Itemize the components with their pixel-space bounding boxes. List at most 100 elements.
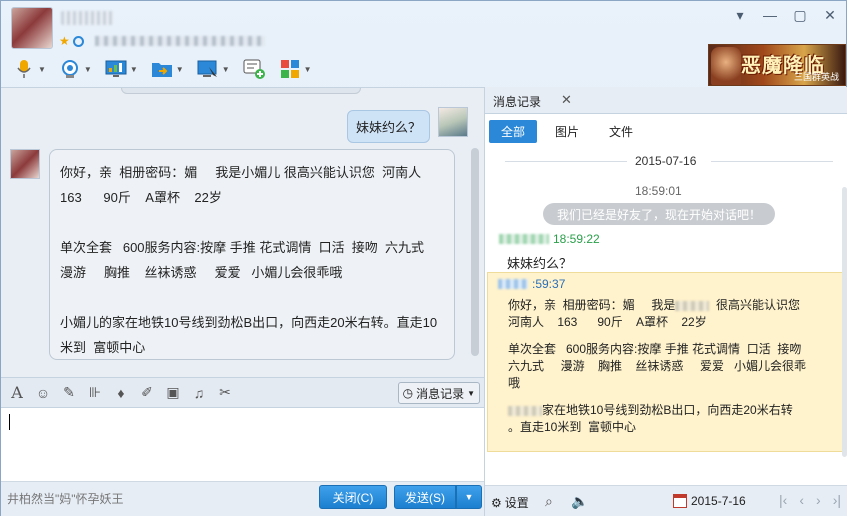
history-scrollbar[interactable]	[842, 187, 847, 457]
history-date: 2015-07-16	[635, 154, 697, 168]
filter-images[interactable]: 图片	[543, 120, 591, 143]
music-icon[interactable]: ♫	[191, 385, 207, 401]
minimize-icon[interactable]: —	[762, 7, 778, 24]
edit-icon[interactable]: ✐	[139, 384, 155, 401]
history-tab-bar: 消息记录 ✕	[485, 87, 847, 114]
file-transfer-button[interactable]: ▼	[147, 55, 187, 83]
history-text-segment: 家在地铁10号线到劲松B出口，向西走20米右转 。直走10米到 富顿中心	[508, 403, 793, 434]
star-icon: ★	[59, 34, 70, 48]
text-cursor	[9, 414, 10, 430]
history-footer: ⚙ 设置 ⌕ 🔈 2015-7-16 |‹ ‹ › ›|	[485, 485, 847, 516]
contact-status-row: ★	[59, 34, 265, 48]
history-sender-row: :59:37	[498, 277, 565, 291]
image-icon[interactable]: ▣	[165, 384, 181, 401]
tab-message-history[interactable]: 消息记录	[493, 93, 541, 110]
sender-name-redacted	[498, 279, 528, 289]
chevron-down-icon[interactable]: ▼	[38, 65, 46, 74]
video-camera-icon	[58, 57, 82, 81]
history-date-picker[interactable]: 2015-7-16	[673, 494, 746, 508]
my-avatar[interactable]	[438, 107, 468, 137]
chevron-down-icon[interactable]: ▼	[304, 65, 312, 74]
remote-desktop-icon	[196, 57, 220, 81]
contact-message-avatar[interactable]	[10, 149, 40, 179]
history-time: 18:59:01	[635, 184, 682, 198]
message-history-button[interactable]: ◷ 消息记录 ▼	[397, 382, 480, 404]
outgoing-message-bubble[interactable]: 妹妹约么？	[346, 110, 430, 143]
first-page-icon[interactable]: |‹	[779, 492, 787, 508]
send-options-button[interactable]: ▼	[456, 485, 482, 509]
history-message-body: 你好，亲 相册密码：媚 我是 很高兴能认识您 河南人 163 90斤 A罩杯 2…	[508, 297, 838, 446]
font-icon[interactable]: A	[9, 383, 25, 402]
remote-desktop-button[interactable]: ▼	[193, 55, 233, 83]
input-footer: 井柏然当"妈"怀孕妖王 关闭(C) 发送(S) ▼	[1, 481, 484, 516]
redacted-text	[675, 300, 710, 311]
history-text-segment: 你好，亲 相册密码：媚 我是	[508, 298, 676, 312]
message-scrollbar[interactable]	[471, 148, 479, 356]
speaker-icon[interactable]: 🔈	[571, 493, 588, 510]
screen-share-icon	[104, 57, 128, 81]
shake-icon[interactable]: ✎	[61, 384, 77, 401]
maximize-icon[interactable]: ▢	[792, 7, 808, 24]
history-filters: 全部 图片 文件	[489, 120, 645, 143]
chevron-down-icon[interactable]: ▼	[130, 65, 138, 74]
history-message-paragraph: 单次全套 600服务内容:按摩 手推 花式调情 口活 接吻 六九式 漫游 胸推 …	[508, 342, 807, 390]
file-transfer-icon	[150, 57, 174, 81]
microphone-icon	[12, 57, 36, 81]
invite-icon	[242, 57, 266, 81]
filter-files[interactable]: 文件	[597, 120, 645, 143]
filter-all[interactable]: 全部	[489, 120, 538, 143]
input-toolbar: A ☺ ✎ ⊪ ♦ ✐ ▣ ♫ ✂ ◷ 消息记录 ▼	[1, 377, 484, 407]
highlighted-history-message[interactable]: :59:37 你好，亲 相册密码：媚 我是 很高兴能认识您 河南人 163 90…	[487, 272, 845, 452]
chevron-down-icon[interactable]: ▼	[84, 65, 92, 74]
qzone-icon[interactable]	[72, 35, 84, 47]
emoji-icon[interactable]: ☺	[35, 385, 51, 401]
settings-button[interactable]: ⚙ 设置	[491, 494, 529, 511]
divider	[505, 161, 627, 162]
window-controls: ▾ — ▢ ✕	[732, 7, 838, 24]
apps-button[interactable]: ▼	[275, 55, 315, 83]
microphone-icon[interactable]: ♦	[113, 385, 129, 401]
signature-redacted	[94, 36, 265, 46]
contact-avatar[interactable]	[11, 7, 53, 49]
previous-page-icon[interactable]: ‹	[799, 492, 804, 508]
last-page-icon[interactable]: ›|	[833, 492, 841, 508]
settings-label: 设置	[504, 496, 529, 510]
screen-share-button[interactable]: ▼	[101, 55, 141, 83]
chevron-down-icon[interactable]: ▼	[222, 65, 230, 74]
history-panel: 消息记录 ✕ 全部 图片 文件 2015-07-16 18:59:01 我们已经…	[484, 87, 847, 516]
sender-name-redacted	[499, 234, 549, 244]
incoming-message-bubble[interactable]: 你好，亲 相册密码：媚 我是小媚儿 很高兴能认识您 河南人 163 90斤 A罩…	[49, 149, 455, 360]
voice-call-button[interactable]: ▼	[9, 55, 49, 83]
previous-message-stub	[121, 88, 361, 94]
scissors-icon[interactable]: ✂	[217, 384, 233, 401]
news-ad-link[interactable]: 井柏然当"妈"怀孕妖王	[7, 490, 124, 507]
chevron-down-icon[interactable]: ▼	[176, 65, 184, 74]
voice-message-icon[interactable]: ⊪	[87, 384, 103, 401]
menu-icon[interactable]: ▾	[732, 7, 748, 24]
chat-window: ★ ▾ — ▢ ✕ ▼ ▼ ▼ ▼ ▼ ▼ 恶魔降临 三国群英战 妹妹约么？ 你…	[0, 0, 847, 516]
invite-button[interactable]	[239, 55, 269, 83]
history-pager: |‹ ‹ › ›|	[779, 492, 841, 508]
search-icon[interactable]: ⌕	[545, 493, 553, 510]
incoming-message-paragraph: 小媚儿的家在地铁10号线到劲松B出口，向西走20米右转。直走10 米到 富顿中心	[60, 315, 438, 355]
chevron-down-icon: ▼	[467, 388, 475, 398]
history-message-text: 妹妹约么？	[507, 256, 573, 271]
message-history-label: 消息记录	[416, 386, 465, 401]
divider	[711, 161, 833, 162]
game-ad-banner[interactable]: 恶魔降临 三国群英战	[708, 44, 846, 86]
history-message-paragraph: 你好，亲 相册密码：媚 我是 很高兴能认识您 河南人 163 90斤 A罩杯 2…	[508, 297, 838, 331]
message-list[interactable]: 妹妹约么？ 你好，亲 相册密码：媚 我是小媚儿 很高兴能认识您 河南人 163 …	[1, 87, 484, 377]
history-footer-date: 2015-7-16	[691, 494, 746, 508]
date-separator: 2015-07-16	[485, 153, 847, 169]
header: ★ ▾ — ▢ ✕ ▼ ▼ ▼ ▼ ▼ ▼ 恶魔降临 三国群英战	[1, 1, 847, 87]
close-icon[interactable]: ✕	[561, 92, 572, 108]
send-button[interactable]: 发送(S)	[394, 485, 456, 509]
close-icon[interactable]: ✕	[822, 7, 838, 24]
next-page-icon[interactable]: ›	[816, 492, 821, 508]
system-message: 我们已经是好友了，现在开始对话吧！	[543, 203, 775, 225]
chevron-down-icon: ▼	[464, 492, 474, 502]
close-button[interactable]: 关闭(C)	[319, 485, 387, 509]
video-call-button[interactable]: ▼	[55, 55, 95, 83]
gear-icon: ⚙	[491, 495, 502, 510]
message-input[interactable]	[1, 407, 484, 481]
